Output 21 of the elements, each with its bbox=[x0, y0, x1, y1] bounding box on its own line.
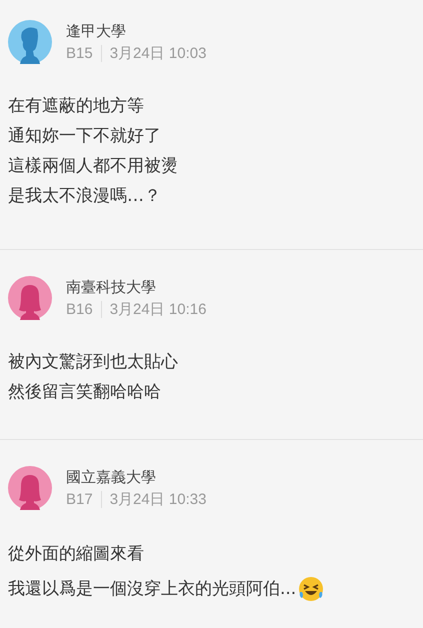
comment-text: 通知妳一下不就好了 bbox=[8, 124, 161, 146]
school-name: 南臺科技大學 bbox=[66, 278, 157, 296]
comment-text: 被內文驚訝到也太貼心 bbox=[8, 350, 178, 372]
floor-number: B16 bbox=[66, 300, 102, 318]
post-time: 3月24日 10:16 bbox=[110, 300, 206, 318]
floor-number: B15 bbox=[66, 44, 102, 62]
female-avatar-icon bbox=[8, 276, 52, 320]
comment-text: 這樣兩個人都不用被燙 bbox=[8, 154, 178, 176]
laughing-emoji-icon bbox=[298, 576, 324, 602]
post-time: 3月24日 10:03 bbox=[110, 44, 206, 62]
comment-text: 在有遮蔽的地方等 bbox=[8, 94, 144, 116]
comment-text: 我還以爲是一個沒穿上衣的光頭阿伯... bbox=[8, 578, 296, 600]
post-time: 3月24日 10:33 bbox=[110, 490, 206, 508]
female-avatar-icon bbox=[8, 466, 52, 510]
school-name: 逢甲大學 bbox=[66, 22, 127, 40]
comment-text: 是我太不浪漫嗎…？ bbox=[8, 184, 161, 206]
floor-number: B17 bbox=[66, 490, 102, 508]
male-avatar-icon bbox=[8, 20, 52, 64]
comment-text: 從外面的縮圖來看 bbox=[8, 543, 144, 565]
comment-text: 然後留言笑翻哈哈哈 bbox=[8, 380, 161, 402]
school-name: 國立嘉義大學 bbox=[66, 468, 157, 486]
